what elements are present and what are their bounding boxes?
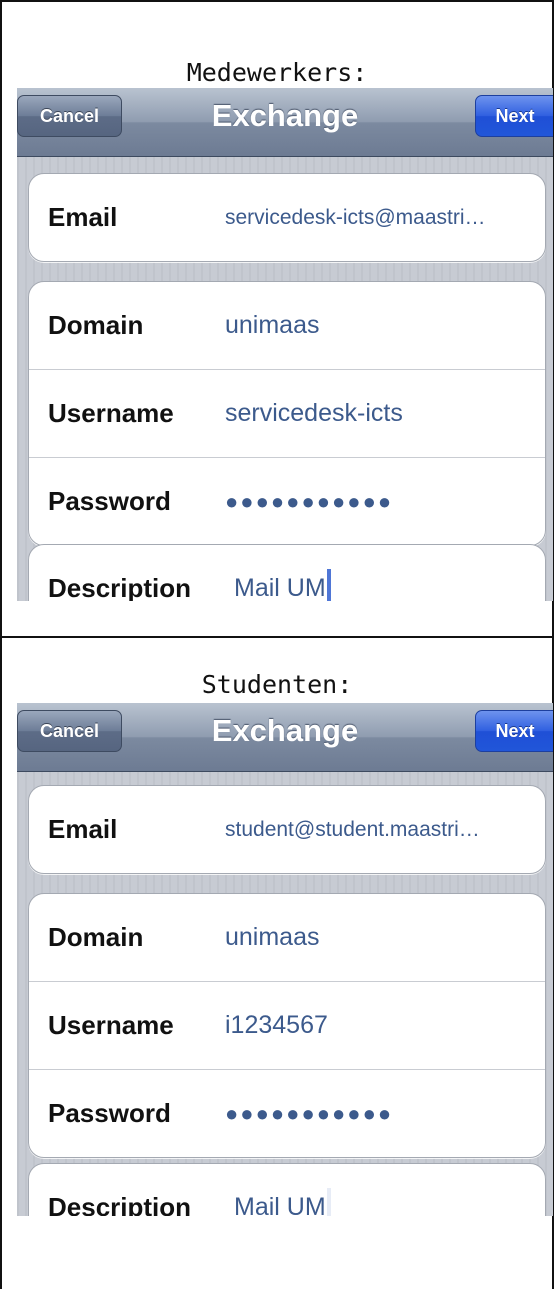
- email-group: Email servicedesk-icts@maastri…: [28, 173, 546, 262]
- description-value: Mail UM: [234, 574, 326, 601]
- description-value-wrap[interactable]: Mail UM: [234, 1164, 331, 1216]
- description-value: Mail UM: [234, 1193, 326, 1216]
- cancel-button[interactable]: Cancel: [17, 95, 122, 137]
- navigation-bar: Exchange Cancel Next: [17, 703, 553, 772]
- username-field[interactable]: Username i1234567: [29, 981, 545, 1069]
- password-field[interactable]: Password ●●●●●●●●●●●: [29, 457, 545, 545]
- email-value[interactable]: student@student.maastri…: [225, 786, 480, 873]
- username-label: Username: [48, 1010, 174, 1040]
- description-group: Description Mail UM: [28, 544, 546, 601]
- exchange-setup-screen-medewerkers: Exchange Cancel Next Email servicedesk-i…: [17, 88, 553, 601]
- description-field[interactable]: Description Mail UM: [29, 545, 545, 601]
- password-field[interactable]: Password ●●●●●●●●●●●: [29, 1069, 545, 1157]
- domain-label: Domain: [48, 310, 144, 340]
- credentials-group: Domain unimaas Username i1234567 Passwor…: [28, 893, 546, 1158]
- text-cursor: [326, 1188, 331, 1216]
- section-caption-medewerkers: Medewerkers:: [186, 58, 368, 87]
- email-field[interactable]: Email servicedesk-icts@maastri…: [29, 174, 545, 261]
- username-value[interactable]: servicedesk-icts: [225, 370, 403, 457]
- credentials-group: Domain unimaas Username servicedesk-icts…: [28, 281, 546, 546]
- username-label: Username: [48, 398, 174, 428]
- password-value[interactable]: ●●●●●●●●●●●: [225, 458, 393, 545]
- password-label: Password: [48, 1098, 171, 1128]
- description-label: Description: [48, 1192, 192, 1216]
- description-value-wrap[interactable]: Mail UM: [234, 545, 331, 601]
- username-field[interactable]: Username servicedesk-icts: [29, 369, 545, 457]
- section-caption-studenten: Studenten:: [201, 670, 353, 699]
- username-value[interactable]: i1234567: [225, 982, 328, 1069]
- domain-field[interactable]: Domain unimaas: [29, 894, 545, 981]
- email-field[interactable]: Email student@student.maastri…: [29, 786, 545, 873]
- description-field[interactable]: Description Mail UM: [29, 1164, 545, 1216]
- domain-field[interactable]: Domain unimaas: [29, 282, 545, 369]
- next-button[interactable]: Next: [475, 95, 553, 137]
- email-label: Email: [48, 814, 118, 844]
- next-button[interactable]: Next: [475, 710, 553, 752]
- cancel-button[interactable]: Cancel: [17, 710, 122, 752]
- domain-value[interactable]: unimaas: [225, 894, 320, 981]
- email-group: Email student@student.maastri…: [28, 785, 546, 874]
- exchange-setup-screen-studenten: Exchange Cancel Next Email student@stude…: [17, 703, 553, 1216]
- section-divider: [0, 636, 554, 638]
- email-label: Email: [48, 202, 118, 232]
- password-label: Password: [48, 486, 171, 516]
- description-label: Description: [48, 573, 192, 601]
- navigation-bar: Exchange Cancel Next: [17, 88, 553, 157]
- email-value[interactable]: servicedesk-icts@maastri…: [225, 174, 486, 261]
- description-group: Description Mail UM: [28, 1163, 546, 1216]
- domain-label: Domain: [48, 922, 144, 952]
- text-cursor: [326, 569, 331, 601]
- password-value[interactable]: ●●●●●●●●●●●: [225, 1070, 393, 1157]
- domain-value[interactable]: unimaas: [225, 282, 320, 369]
